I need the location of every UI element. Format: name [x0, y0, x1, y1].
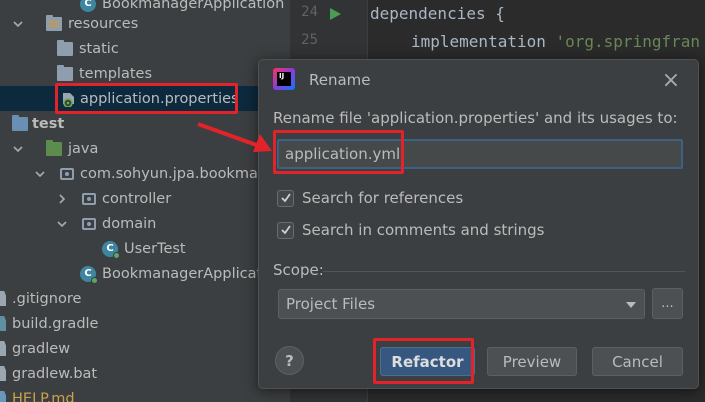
tree-item-controller[interactable]: controller [0, 186, 290, 211]
rename-dialog: IJ Rename × Rename file 'application.pro… [258, 59, 699, 389]
project-tree: C BookmanagerApplication resources stati… [0, 0, 290, 402]
search-comments-checkbox[interactable]: Search in comments and strings [277, 221, 544, 239]
scope-select[interactable]: Project Files [278, 289, 645, 319]
tree-item-java[interactable]: java [0, 136, 290, 161]
intellij-logo-icon: IJ [273, 68, 295, 90]
tree-item-bookmanager-application-test[interactable]: C BookmanagerApplicatio [0, 261, 290, 286]
code-line-24: dependencies { [370, 4, 505, 23]
test-class-icon: C [80, 265, 98, 284]
line-number: 25 [301, 32, 318, 48]
checkmark-icon[interactable] [277, 189, 294, 207]
tree-item-domain[interactable]: domain [0, 211, 290, 236]
checkmark-icon[interactable] [277, 221, 294, 239]
tree-item-test[interactable]: test [0, 111, 290, 136]
search-references-checkbox[interactable]: Search for references [277, 189, 463, 207]
file-icon [0, 366, 6, 381]
highlight-box-properties [55, 83, 238, 114]
chevron-down-icon[interactable] [12, 143, 24, 155]
tree-item-help-md[interactable]: HELP.md [0, 386, 290, 402]
highlight-box-refactor [373, 338, 474, 384]
code-method: implementation [411, 32, 546, 51]
separator [323, 271, 685, 272]
scope-label: Scope: [273, 261, 324, 279]
tree-item-static[interactable]: static [0, 36, 290, 61]
preview-button[interactable]: Preview [487, 347, 577, 376]
file-icon [0, 291, 6, 306]
folder-icon [57, 64, 73, 81]
cancel-button[interactable]: Cancel [592, 347, 683, 376]
markdown-file-icon [0, 391, 6, 402]
package-icon [82, 192, 96, 205]
folder-icon [57, 39, 73, 56]
file-icon [0, 341, 6, 356]
class-icon: C [80, 0, 96, 12]
browse-scope-button[interactable]: ... [652, 288, 683, 319]
gradle-file-icon [0, 316, 6, 331]
tree-item-resources[interactable]: resources [0, 11, 290, 36]
code-line-25: implementation 'org.springfran [411, 32, 700, 51]
tree-item-gradlew-bat[interactable]: gradlew.bat [0, 361, 290, 386]
tree-item-gradlew[interactable]: gradlew [0, 336, 290, 361]
test-sources-folder-icon [46, 139, 62, 156]
run-gutter-icon[interactable] [329, 6, 342, 25]
close-icon[interactable]: × [659, 68, 683, 93]
chevron-right-icon[interactable] [56, 193, 68, 205]
code-string: 'org.springfran [555, 32, 701, 51]
dialog-title: Rename [309, 71, 371, 89]
tree-item-build-gradle[interactable]: build.gradle [0, 311, 290, 336]
chevron-down-icon[interactable] [56, 218, 68, 230]
tree-item-package-root[interactable]: com.sohyun.jpa.bookmana [0, 161, 290, 186]
package-icon [82, 217, 96, 230]
tree-item-usertest[interactable]: C UserTest [0, 236, 290, 261]
chevron-down-icon[interactable] [12, 18, 24, 30]
line-number: 24 [301, 4, 318, 20]
test-class-icon: C [102, 240, 120, 259]
rename-prompt: Rename file 'application.properties' and… [273, 109, 678, 127]
package-icon [60, 167, 74, 180]
highlight-box-new-name [273, 130, 404, 174]
help-button[interactable]: ? [275, 346, 304, 375]
tree-item-gitignore[interactable]: .gitignore [0, 286, 290, 311]
test-folder-icon [12, 114, 28, 131]
dropdown-arrow-icon [625, 295, 637, 313]
chevron-down-icon[interactable] [34, 168, 46, 180]
resources-folder-icon [46, 14, 62, 31]
